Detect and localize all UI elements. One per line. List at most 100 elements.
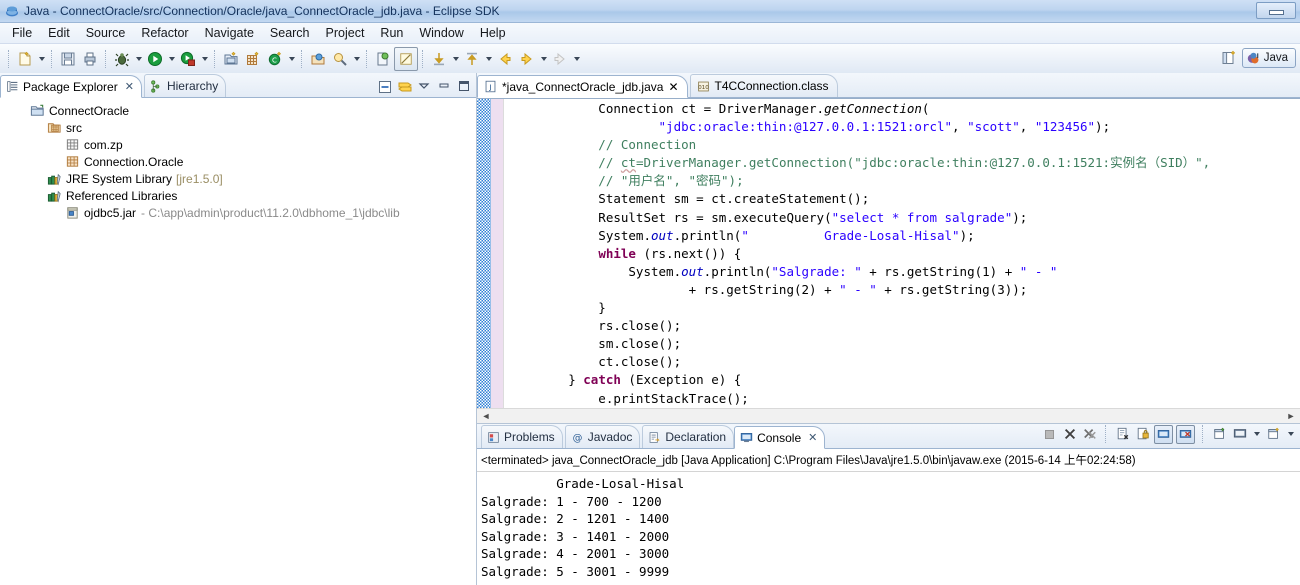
scroll-left-arrow[interactable]: ◄ bbox=[479, 411, 493, 421]
window-controls[interactable] bbox=[1256, 2, 1296, 19]
scroll-right-arrow[interactable]: ► bbox=[1284, 411, 1298, 421]
console-view-menu-icon[interactable] bbox=[1251, 423, 1262, 445]
tab-console[interactable]: Console ✕ bbox=[734, 426, 826, 449]
menubar[interactable]: File Edit Source Refactor Navigate Searc… bbox=[0, 23, 1300, 44]
editor-text-area[interactable]: Connection ct = DriverManager.getConnect… bbox=[477, 98, 1300, 408]
minimize-icon[interactable] bbox=[437, 79, 453, 95]
svg-text:@: @ bbox=[572, 432, 582, 443]
run-dropdown-arrow[interactable] bbox=[166, 48, 177, 70]
minimize-console-icon[interactable] bbox=[1231, 426, 1248, 443]
save-icon[interactable] bbox=[57, 48, 79, 70]
window-title: Java - ConnectOracle/src/Connection/Orac… bbox=[24, 4, 500, 18]
print-icon[interactable] bbox=[79, 48, 101, 70]
package-explorer-tabbar[interactable]: Package Explorer ✕ Hierarchy bbox=[0, 73, 476, 98]
menu-refactor[interactable]: Refactor bbox=[133, 24, 196, 42]
tree-item-com-zp[interactable]: com.zp bbox=[0, 136, 476, 153]
search-icon[interactable] bbox=[329, 48, 351, 70]
perspective-switcher[interactable]: Java bbox=[1218, 47, 1296, 69]
new-class-icon[interactable]: C bbox=[264, 48, 286, 70]
collapse-all-icon[interactable] bbox=[377, 79, 393, 95]
tree-item-connectoracle[interactable]: ConnectOracle bbox=[0, 102, 476, 119]
perspective-java-button[interactable]: Java bbox=[1241, 48, 1296, 68]
menu-window[interactable]: Window bbox=[411, 24, 471, 42]
next-annotation-dropdown-arrow[interactable] bbox=[450, 48, 461, 70]
remove-launch-icon[interactable] bbox=[1061, 426, 1078, 443]
link-with-editor-icon[interactable] bbox=[397, 79, 413, 95]
restore-window-button[interactable] bbox=[1256, 2, 1296, 19]
new-package-icon[interactable] bbox=[242, 48, 264, 70]
main-toolbar[interactable]: C Java bbox=[0, 44, 1300, 75]
source-code[interactable]: Connection ct = DriverManager.getConnect… bbox=[508, 99, 1300, 408]
forward-dropdown-arrow[interactable] bbox=[538, 48, 549, 70]
console-line: Salgrade: 5 - 3001 - 9999 bbox=[481, 563, 670, 579]
open-type-icon[interactable] bbox=[307, 48, 329, 70]
run-last-tool-icon[interactable] bbox=[177, 48, 199, 70]
tab-package-explorer[interactable]: Package Explorer ✕ bbox=[0, 75, 142, 98]
skip-all-breakpoints-icon[interactable] bbox=[394, 47, 418, 71]
close-icon[interactable]: ✕ bbox=[808, 431, 817, 444]
back-icon[interactable] bbox=[494, 48, 516, 70]
code-line: // ct=DriverManager.getConnection("jdbc:… bbox=[508, 155, 1211, 171]
new-dropdown-arrow[interactable] bbox=[36, 48, 47, 70]
svg-text:C: C bbox=[272, 57, 277, 65]
run-icon[interactable] bbox=[144, 48, 166, 70]
editor-horizontal-scrollbar[interactable]: ◄ ► bbox=[477, 408, 1300, 423]
tree-item-ojdbc5-jar[interactable]: ojdbc5.jar - C:\app\admin\product\11.2.0… bbox=[0, 204, 476, 221]
new-class-dropdown-arrow[interactable] bbox=[286, 48, 297, 70]
display-selected-console-icon[interactable] bbox=[1176, 424, 1195, 444]
tab-label: Package Explorer bbox=[23, 79, 118, 94]
menu-run[interactable]: Run bbox=[372, 24, 411, 42]
console-tabbar[interactable]: Problems @ Javadoc Declaration Console ✕ bbox=[477, 423, 1300, 449]
next-annotation-icon[interactable] bbox=[428, 48, 450, 70]
tab-java-connectoracle-jdb[interactable]: J *java_ConnectOracle_jdb.java ✕ bbox=[477, 75, 688, 98]
maximize-icon[interactable] bbox=[457, 79, 473, 95]
search-dropdown-arrow[interactable] bbox=[351, 48, 362, 70]
open-console-icon[interactable] bbox=[1211, 426, 1228, 443]
clear-console-icon[interactable] bbox=[1114, 426, 1131, 443]
tree-item-referenced-libraries[interactable]: Referenced Libraries bbox=[0, 187, 476, 204]
previous-annotation-dropdown-arrow[interactable] bbox=[483, 48, 494, 70]
toolbar-separator bbox=[105, 50, 107, 68]
menu-file[interactable]: File bbox=[4, 24, 40, 42]
console-output[interactable]: Grade-Losal-Hisal Salgrade: 1 - 700 - 12… bbox=[477, 472, 1300, 585]
new-console-dropdown-arrow[interactable] bbox=[1285, 423, 1296, 445]
tree-item-connection-oracle[interactable]: Connection.Oracle bbox=[0, 153, 476, 170]
pin-console-icon[interactable] bbox=[1154, 424, 1173, 444]
new-java-project-icon[interactable] bbox=[220, 48, 242, 70]
forward-disabled-icon bbox=[549, 48, 571, 70]
new-console-view-icon[interactable] bbox=[1265, 426, 1282, 443]
menu-navigate[interactable]: Navigate bbox=[197, 24, 262, 42]
forward-icon[interactable] bbox=[516, 48, 538, 70]
console-line: Salgrade: 4 - 2001 - 3000 bbox=[481, 546, 670, 561]
tab-declaration[interactable]: Declaration bbox=[642, 425, 735, 448]
toggle-mark-occurrences-icon[interactable] bbox=[372, 48, 394, 70]
close-icon[interactable]: ✕ bbox=[668, 80, 678, 94]
open-perspective-icon[interactable] bbox=[1218, 47, 1240, 69]
previous-annotation-icon[interactable] bbox=[461, 48, 483, 70]
menu-edit[interactable]: Edit bbox=[40, 24, 78, 42]
tab-problems[interactable]: Problems bbox=[481, 425, 563, 448]
view-menu-icon[interactable] bbox=[417, 79, 433, 95]
tree-item-src[interactable]: src bbox=[0, 119, 476, 136]
menu-source[interactable]: Source bbox=[78, 24, 134, 42]
new-icon[interactable] bbox=[14, 48, 36, 70]
tree-item-jre-system-library[interactable]: JRE System Library [jre1.5.0] bbox=[0, 170, 476, 187]
debug-icon[interactable] bbox=[111, 48, 133, 70]
lock-scroll-icon[interactable] bbox=[1134, 426, 1151, 443]
console-view-toolbar[interactable] bbox=[1041, 423, 1296, 445]
project-tree[interactable]: ConnectOracle src com.zp Connection.Orac… bbox=[0, 98, 476, 585]
debug-dropdown-arrow[interactable] bbox=[133, 48, 144, 70]
remove-all-terminated-icon[interactable] bbox=[1081, 426, 1098, 443]
package-explorer-view-tools[interactable] bbox=[377, 79, 473, 95]
close-icon[interactable]: ✕ bbox=[125, 80, 134, 93]
menu-project[interactable]: Project bbox=[318, 24, 373, 42]
tab-javadoc[interactable]: @ Javadoc bbox=[564, 425, 641, 448]
code-line: ResultSet rs = sm.executeQuery("select *… bbox=[508, 209, 1028, 225]
tab-t4cconnection-class[interactable]: 010 T4CConnection.class bbox=[689, 74, 838, 97]
run-last-dropdown-arrow[interactable] bbox=[199, 48, 210, 70]
menu-help[interactable]: Help bbox=[472, 24, 514, 42]
tab-hierarchy[interactable]: Hierarchy bbox=[143, 74, 227, 97]
annotation-ruler[interactable] bbox=[477, 99, 491, 408]
editor-tabbar[interactable]: J *java_ConnectOracle_jdb.java ✕ 010 T4C… bbox=[477, 73, 1300, 98]
menu-search[interactable]: Search bbox=[262, 24, 318, 42]
